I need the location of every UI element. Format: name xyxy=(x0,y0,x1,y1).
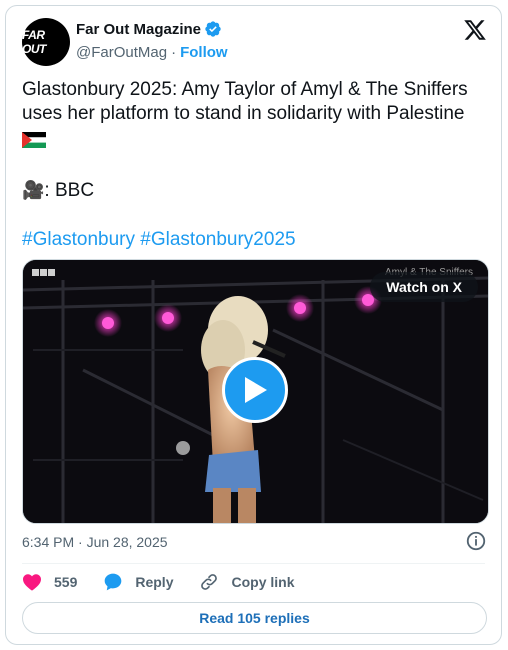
play-icon xyxy=(245,377,267,403)
timestamp[interactable]: 6:34 PM · Jun 28, 2025 xyxy=(22,534,168,550)
tweet-text: Glastonbury 2025: Amy Taylor of Amyl & T… xyxy=(22,78,492,203)
watch-on-x-button[interactable]: Watch on X xyxy=(370,272,478,302)
author-handle[interactable]: @FarOutMag xyxy=(76,44,167,61)
read-replies-button[interactable]: Read 105 replies xyxy=(22,602,487,634)
hashtag-glastonbury[interactable]: #Glastonbury xyxy=(22,229,135,250)
bbc-logo xyxy=(32,269,55,276)
reply-button[interactable]: Reply xyxy=(103,572,173,592)
like-count: 559 xyxy=(54,574,78,590)
play-button[interactable] xyxy=(222,357,288,423)
follow-button[interactable]: Follow xyxy=(180,44,228,61)
credit-text: : BBC xyxy=(44,180,95,201)
link-icon xyxy=(201,574,218,590)
palestine-flag-icon xyxy=(22,131,46,148)
action-bar: 559 Reply Copy link xyxy=(22,572,321,592)
x-logo-icon[interactable] xyxy=(463,18,487,42)
camera-icon: 🎥 xyxy=(22,180,45,200)
divider xyxy=(22,563,485,564)
hashtags: #Glastonbury #Glastonbury2025 xyxy=(22,229,296,251)
tweet-card: FAR OUT Far Out Magazine @FarOutMag · Fo… xyxy=(5,5,502,645)
copy-link-button[interactable]: Copy link xyxy=(199,572,295,592)
author-name[interactable]: Far Out Magazine xyxy=(76,21,201,38)
tweet-text-line: Glastonbury 2025: Amy Taylor of Amyl & T… xyxy=(22,79,468,124)
info-icon[interactable] xyxy=(465,530,487,552)
tweet-body: Glastonbury 2025: Amy Taylor of Amyl & T… xyxy=(22,78,492,126)
reply-bubble-icon xyxy=(105,573,122,591)
hashtag-glastonbury2025[interactable]: #Glastonbury2025 xyxy=(140,229,295,250)
copy-link-label: Copy link xyxy=(231,574,295,590)
credit-line: 🎥: BBC xyxy=(22,178,492,203)
heart-icon xyxy=(23,574,41,591)
verified-badge-icon xyxy=(205,21,221,37)
video-player[interactable]: Amyl & The Sniffers Watch on X xyxy=(22,259,489,524)
avatar[interactable]: FAR OUT xyxy=(22,18,70,66)
reply-label: Reply xyxy=(135,574,174,590)
like-button[interactable]: 559 xyxy=(22,573,77,591)
separator-dot: · xyxy=(171,44,177,61)
handle-row: @FarOutMag · Follow xyxy=(76,44,228,61)
author-name-row: Far Out Magazine xyxy=(76,20,222,38)
